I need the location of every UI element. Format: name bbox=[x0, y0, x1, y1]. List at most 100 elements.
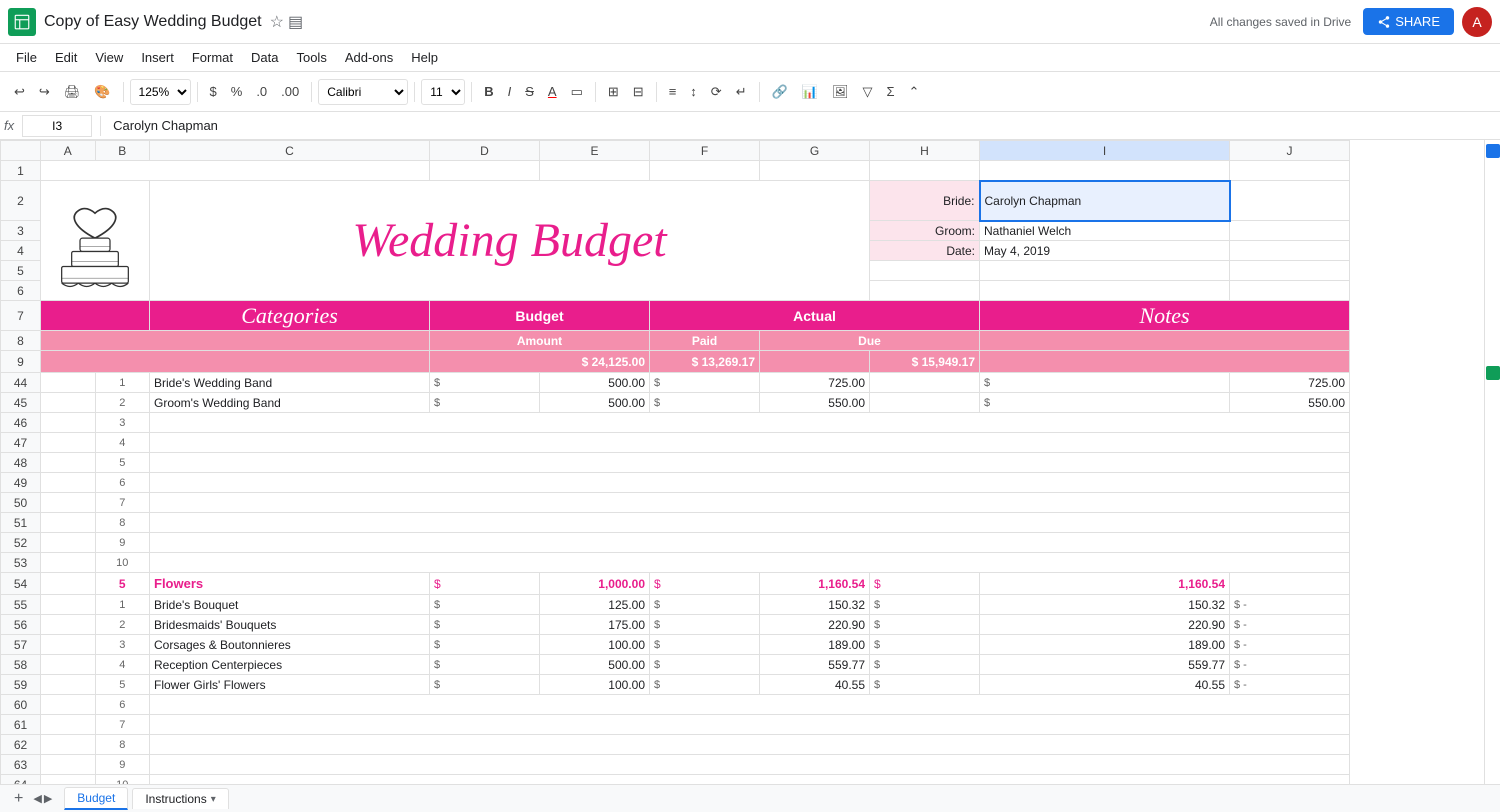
cell-ij8[interactable] bbox=[980, 331, 1350, 351]
cell-abc8[interactable] bbox=[41, 331, 430, 351]
redo-button[interactable]: ↪ bbox=[33, 80, 56, 104]
percent-button[interactable]: % bbox=[225, 80, 249, 103]
currency-button[interactable]: $ bbox=[204, 80, 223, 103]
cell-d1[interactable] bbox=[430, 161, 540, 181]
font-family-select[interactable]: CalibriArial bbox=[318, 79, 408, 105]
cell-h44[interactable] bbox=[870, 373, 980, 393]
italic-button[interactable]: I bbox=[502, 80, 518, 103]
star-icon[interactable]: ☆ bbox=[270, 12, 284, 32]
cell-i6[interactable] bbox=[980, 281, 1230, 301]
cell-d45[interactable]: $ bbox=[430, 393, 540, 413]
function-button[interactable]: Σ bbox=[881, 80, 901, 103]
strikethrough-button[interactable]: S bbox=[519, 80, 540, 103]
cell-j2[interactable] bbox=[1230, 181, 1350, 221]
menu-help[interactable]: Help bbox=[403, 47, 446, 68]
cell-j3[interactable] bbox=[1230, 221, 1350, 241]
cell-h5[interactable] bbox=[870, 261, 980, 281]
bold-button[interactable]: B bbox=[478, 80, 499, 103]
cell-i45-dollar[interactable]: $ bbox=[980, 393, 1230, 413]
col-c[interactable]: C bbox=[150, 141, 430, 161]
flowers-actual[interactable]: 1,160.54 bbox=[760, 573, 870, 595]
image-button[interactable]: 🖼 bbox=[826, 80, 855, 104]
decimal-increase-button[interactable]: .00 bbox=[275, 80, 305, 103]
col-d[interactable]: D bbox=[430, 141, 540, 161]
folder-icon[interactable]: ▤ bbox=[288, 12, 303, 32]
cell-c45[interactable]: Groom's Wedding Band bbox=[150, 393, 430, 413]
cell-i5[interactable] bbox=[980, 261, 1230, 281]
cell-j54[interactable] bbox=[1230, 573, 1350, 595]
filter-button[interactable]: ▽ bbox=[857, 80, 879, 104]
flowers-dollar-h54[interactable]: $ bbox=[870, 573, 980, 595]
cell-a45[interactable] bbox=[41, 393, 96, 413]
sidebar-icon-1[interactable] bbox=[1486, 144, 1500, 158]
fill-color-button[interactable]: ▭ bbox=[565, 80, 589, 104]
col-h[interactable]: H bbox=[870, 141, 980, 161]
cell-b45[interactable]: 2 bbox=[95, 393, 150, 413]
date-value[interactable]: May 4, 2019 bbox=[980, 241, 1230, 261]
col-b[interactable]: B bbox=[95, 141, 150, 161]
col-a[interactable]: A bbox=[41, 141, 96, 161]
text-rotation-button[interactable]: ⟳ bbox=[705, 80, 728, 104]
undo-button[interactable]: ↩ bbox=[8, 80, 31, 104]
formula-input[interactable] bbox=[109, 116, 1496, 135]
sidebar-icon-2[interactable] bbox=[1486, 366, 1500, 380]
cell-g45[interactable]: 550.00 bbox=[760, 393, 870, 413]
menu-view[interactable]: View bbox=[87, 47, 131, 68]
sheets-nav-right[interactable]: ▶ bbox=[44, 792, 52, 805]
menu-insert[interactable]: Insert bbox=[133, 47, 182, 68]
user-avatar[interactable]: A bbox=[1462, 7, 1492, 37]
cell-j6[interactable] bbox=[1230, 281, 1350, 301]
cell-j44[interactable]: 725.00 bbox=[1230, 373, 1350, 393]
cell-h6[interactable] bbox=[870, 281, 980, 301]
menu-data[interactable]: Data bbox=[243, 47, 286, 68]
sheets-nav-left[interactable]: ◀ bbox=[33, 792, 41, 805]
chart-button[interactable]: 📊 bbox=[796, 80, 824, 104]
cell-e44[interactable]: 500.00 bbox=[540, 373, 650, 393]
menu-edit[interactable]: Edit bbox=[47, 47, 85, 68]
col-e[interactable]: E bbox=[540, 141, 650, 161]
add-sheet-button[interactable]: + bbox=[8, 788, 29, 810]
paint-format-button[interactable]: 🎨 bbox=[88, 80, 116, 104]
menu-addons[interactable]: Add-ons bbox=[337, 47, 401, 68]
col-j[interactable]: J bbox=[1230, 141, 1350, 161]
borders-button[interactable]: ⊞ bbox=[602, 80, 625, 104]
cell-j1[interactable] bbox=[1230, 161, 1350, 181]
flowers-dollar-d54[interactable]: $ bbox=[430, 573, 540, 595]
col-i[interactable]: I bbox=[980, 141, 1230, 161]
cell-a54[interactable] bbox=[41, 573, 96, 595]
cell-j45[interactable]: 550.00 bbox=[1230, 393, 1350, 413]
cell-e1[interactable] bbox=[540, 161, 650, 181]
menu-file[interactable]: File bbox=[8, 47, 45, 68]
cell-abc9[interactable] bbox=[41, 351, 430, 373]
cell-i44-dollar[interactable]: $ bbox=[980, 373, 1230, 393]
cell-c44[interactable]: Bride's Wedding Band bbox=[150, 373, 430, 393]
flowers-dollar-f54[interactable]: $ bbox=[650, 573, 760, 595]
decimal-decrease-button[interactable]: .0 bbox=[250, 80, 273, 103]
cell-f1[interactable] bbox=[650, 161, 760, 181]
col-f[interactable]: F bbox=[650, 141, 760, 161]
cell-e45[interactable]: 500.00 bbox=[540, 393, 650, 413]
cell-f44[interactable]: $ bbox=[650, 373, 760, 393]
cell-i1[interactable] bbox=[980, 161, 1230, 181]
align-left-button[interactable]: ≡ bbox=[663, 80, 683, 103]
wrap-button[interactable]: ↵ bbox=[730, 80, 753, 104]
cell-d44[interactable]: $ bbox=[430, 373, 540, 393]
cell-h45[interactable] bbox=[870, 393, 980, 413]
cell-a1[interactable] bbox=[41, 161, 430, 181]
cell-g9[interactable] bbox=[760, 351, 870, 373]
vertical-align-button[interactable]: ↕ bbox=[684, 80, 703, 103]
cell-ij9[interactable] bbox=[980, 351, 1350, 373]
font-size-select[interactable]: 111012 bbox=[421, 79, 465, 105]
cell-ab7[interactable] bbox=[41, 301, 150, 331]
cell-g1[interactable] bbox=[760, 161, 870, 181]
budget-tab[interactable]: Budget bbox=[64, 787, 128, 810]
more-button[interactable]: ⌃ bbox=[903, 80, 926, 104]
cell-a44[interactable] bbox=[41, 373, 96, 393]
menu-format[interactable]: Format bbox=[184, 47, 241, 68]
cell-g44[interactable]: 725.00 bbox=[760, 373, 870, 393]
flowers-section-num[interactable]: 5 bbox=[95, 573, 150, 595]
menu-tools[interactable]: Tools bbox=[288, 47, 334, 68]
cell-h1[interactable] bbox=[870, 161, 980, 181]
share-button[interactable]: SHARE bbox=[1363, 8, 1454, 35]
document-title[interactable]: Copy of Easy Wedding Budget bbox=[44, 13, 262, 31]
